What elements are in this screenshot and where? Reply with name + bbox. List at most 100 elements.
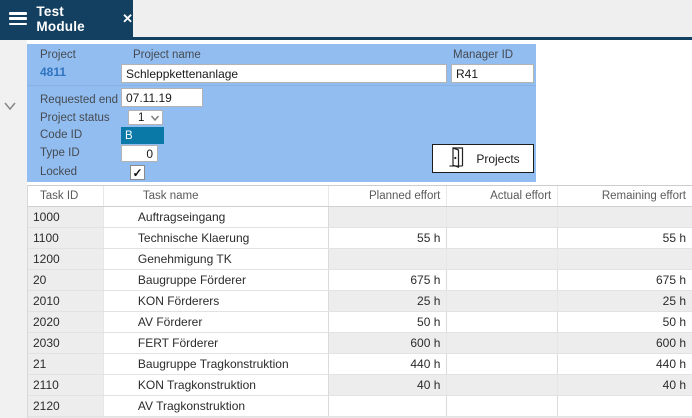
actual-effort-cell[interactable] xyxy=(447,312,558,332)
column-header-planned-effort[interactable]: Planned effort xyxy=(329,186,448,206)
remaining-effort-cell[interactable]: 675 h xyxy=(558,270,692,290)
actual-effort-cell[interactable] xyxy=(447,333,558,353)
tab-bar: Test Module ✕ xyxy=(0,0,692,40)
table-row[interactable]: 20 Baugruppe Förderer 675 h 675 h xyxy=(28,270,692,291)
task-id-cell[interactable]: 1200 xyxy=(28,249,104,269)
table-row[interactable]: 1200 Genehmigung TK xyxy=(28,249,692,270)
planned-effort-cell[interactable] xyxy=(329,249,448,269)
planned-effort-cell[interactable] xyxy=(329,207,448,227)
task-name-cell[interactable]: KON Förderers xyxy=(104,291,329,311)
actual-effort-cell[interactable] xyxy=(447,375,558,395)
requested-end-input[interactable]: 07.11.19 xyxy=(121,88,203,107)
requested-end-label: Requested end xyxy=(40,94,118,106)
project-id-value[interactable]: 4811 xyxy=(40,65,66,79)
chevron-down-icon xyxy=(150,114,160,122)
locked-label: Locked xyxy=(40,166,77,178)
task-table-header: Task ID Task name Planned effort Actual … xyxy=(28,186,692,207)
task-name-cell[interactable]: Baugruppe Tragkonstruktion xyxy=(104,354,329,374)
actual-effort-cell[interactable] xyxy=(447,249,558,269)
project-name-label: Project name xyxy=(133,49,201,61)
app-window: Test Module ✕ Project Project name Manag… xyxy=(0,0,692,418)
door-icon xyxy=(446,145,468,172)
actual-effort-cell[interactable] xyxy=(447,207,558,227)
planned-effort-cell[interactable]: 50 h xyxy=(329,312,448,332)
remaining-effort-cell[interactable]: 25 h xyxy=(558,291,692,311)
remaining-effort-cell[interactable]: 440 h xyxy=(558,354,692,374)
table-row[interactable]: 1100 Technische Klaerung 55 h 55 h xyxy=(28,228,692,249)
checkmark-icon: ✓ xyxy=(132,167,142,179)
task-id-cell[interactable]: 20 xyxy=(28,270,104,290)
code-id-field[interactable]: B xyxy=(121,127,164,144)
planned-effort-cell[interactable]: 440 h xyxy=(329,354,448,374)
tab-bar-underline xyxy=(0,37,692,40)
project-name-input[interactable]: Schleppkettenanlage xyxy=(121,64,447,83)
table-row[interactable]: 2030 FERT Förderer 600 h 600 h xyxy=(28,333,692,354)
actual-effort-cell[interactable] xyxy=(447,354,558,374)
column-header-task-name[interactable]: Task name xyxy=(104,186,329,206)
manager-id-label: Manager ID xyxy=(453,49,513,61)
task-name-cell[interactable]: AV Förderer xyxy=(104,312,329,332)
locked-checkbox[interactable]: ✓ xyxy=(130,165,145,180)
table-row[interactable]: 2010 KON Förderers 25 h 25 h xyxy=(28,291,692,312)
tab-title: Test Module xyxy=(36,4,110,34)
remaining-effort-cell[interactable]: 600 h xyxy=(558,333,692,353)
task-name-cell[interactable]: Genehmigung TK xyxy=(104,249,329,269)
remaining-effort-cell[interactable]: 40 h xyxy=(558,375,692,395)
project-status-label: Project status xyxy=(40,112,110,124)
actual-effort-cell[interactable] xyxy=(447,270,558,290)
task-name-cell[interactable]: FERT Förderer xyxy=(104,333,329,353)
close-icon[interactable]: ✕ xyxy=(122,12,133,25)
task-name-cell[interactable]: KON Tragkonstruktion xyxy=(104,375,329,395)
task-id-cell[interactable]: 1000 xyxy=(28,207,104,227)
project-label: Project xyxy=(40,49,76,61)
remaining-effort-cell[interactable] xyxy=(558,207,692,227)
table-row[interactable]: 2110 KON Tragkonstruktion 40 h 40 h xyxy=(28,375,692,396)
code-id-label: Code ID xyxy=(40,129,82,141)
task-id-cell[interactable]: 2110 xyxy=(28,375,104,395)
task-id-cell[interactable]: 2020 xyxy=(28,312,104,332)
column-header-actual-effort[interactable]: Actual effort xyxy=(447,186,558,206)
remaining-effort-cell[interactable]: 55 h xyxy=(558,228,692,248)
task-id-cell[interactable]: 2010 xyxy=(28,291,104,311)
column-header-remaining-effort[interactable]: Remaining effort xyxy=(558,186,692,206)
manager-id-input[interactable]: R41 xyxy=(451,64,534,83)
type-id-label: Type ID xyxy=(40,147,80,159)
task-id-cell[interactable]: 2030 xyxy=(28,333,104,353)
column-header-task-id[interactable]: Task ID xyxy=(28,186,104,206)
actual-effort-cell[interactable] xyxy=(447,396,558,416)
remaining-effort-cell[interactable] xyxy=(558,249,692,269)
task-id-cell[interactable]: 21 xyxy=(28,354,104,374)
planned-effort-cell[interactable]: 675 h xyxy=(329,270,448,290)
table-row[interactable]: 21 Baugruppe Tragkonstruktion 440 h 440 … xyxy=(28,354,692,375)
table-row[interactable]: 2020 AV Förderer 50 h 50 h xyxy=(28,312,692,333)
task-name-cell[interactable]: Baugruppe Förderer xyxy=(104,270,329,290)
remaining-effort-cell[interactable] xyxy=(558,396,692,416)
tab-test-module[interactable]: Test Module ✕ xyxy=(0,0,133,37)
task-name-cell[interactable]: Auftragseingang xyxy=(104,207,329,227)
task-name-cell[interactable]: Technische Klaerung xyxy=(104,228,329,248)
planned-effort-cell[interactable]: 40 h xyxy=(329,375,448,395)
task-id-cell[interactable]: 2120 xyxy=(28,396,104,416)
planned-effort-cell[interactable]: 600 h xyxy=(329,333,448,353)
project-status-value: 1 xyxy=(138,112,144,124)
panel-divider xyxy=(27,85,536,86)
table-row[interactable]: 1000 Auftragseingang xyxy=(28,207,692,228)
task-table: Task ID Task name Planned effort Actual … xyxy=(27,185,692,418)
collapse-chevron-icon[interactable] xyxy=(3,100,17,112)
planned-effort-cell[interactable] xyxy=(329,396,448,416)
planned-effort-cell[interactable]: 25 h xyxy=(329,291,448,311)
projects-button[interactable]: Projects xyxy=(432,144,534,173)
menu-icon[interactable] xyxy=(9,12,27,25)
remaining-effort-cell[interactable]: 50 h xyxy=(558,312,692,332)
table-row[interactable]: 2120 AV Tragkonstruktion xyxy=(28,396,692,417)
project-form-panel: Project Project name Manager ID 4811 Sch… xyxy=(27,44,536,182)
task-id-cell[interactable]: 1100 xyxy=(28,228,104,248)
actual-effort-cell[interactable] xyxy=(447,291,558,311)
type-id-input[interactable]: 0 xyxy=(121,145,158,162)
task-name-cell[interactable]: AV Tragkonstruktion xyxy=(104,396,329,416)
project-status-select[interactable]: 1 xyxy=(128,110,163,125)
task-table-body: 1000 Auftragseingang 1100 Technische Kla… xyxy=(28,207,692,417)
left-margin-strip xyxy=(0,40,27,418)
planned-effort-cell[interactable]: 55 h xyxy=(329,228,448,248)
actual-effort-cell[interactable] xyxy=(447,228,558,248)
